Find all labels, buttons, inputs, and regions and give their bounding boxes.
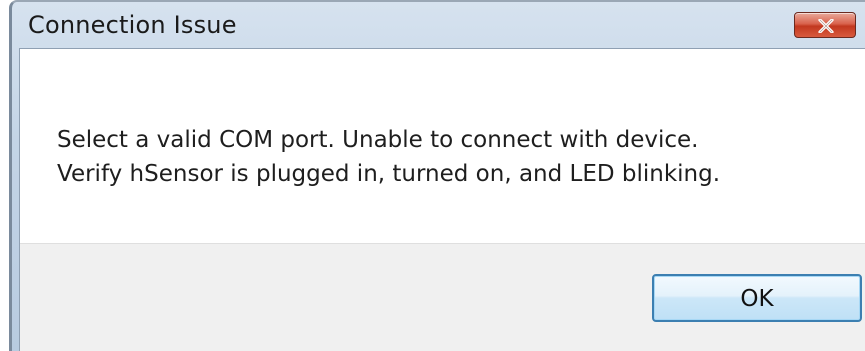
ok-button[interactable]: OK [652, 274, 862, 322]
close-icon [818, 19, 834, 33]
button-bar: OK [20, 243, 865, 351]
dialog-title: Connection Issue [28, 11, 237, 39]
message-line-2: Verify hSensor is plugged in, turned on,… [57, 161, 721, 187]
dialog-window: Connection Issue Select a valid COM port… [9, 0, 865, 351]
message-text: Select a valid COM port. Unable to conne… [57, 123, 720, 191]
close-button[interactable] [794, 12, 856, 38]
dialog-content: Select a valid COM port. Unable to conne… [19, 48, 865, 351]
title-bar[interactable]: Connection Issue [12, 2, 865, 48]
message-line-1: Select a valid COM port. Unable to conne… [57, 127, 699, 153]
